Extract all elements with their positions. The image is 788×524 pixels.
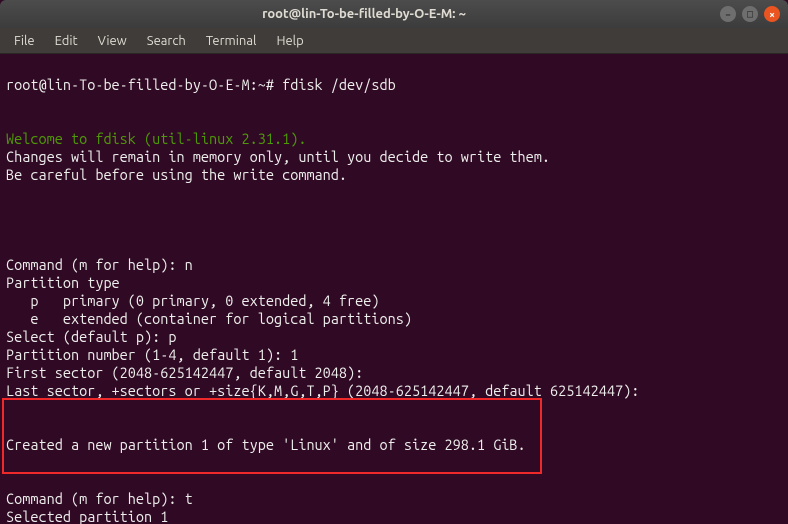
blank-line [6, 220, 782, 238]
cmd-t-line: Command (m for help): t [6, 490, 193, 507]
minimize-icon[interactable]: – [720, 6, 736, 22]
window-title: root@lin-To-be-filled-by-O-E-M: ~ [8, 7, 720, 21]
menu-edit[interactable]: Edit [47, 32, 86, 50]
window-controls: – □ × [720, 6, 780, 22]
partition-number: Partition number (1-4, default 1): 1 [6, 346, 298, 363]
menu-view[interactable]: View [90, 32, 135, 50]
terminal-window: root@lin-To-be-filled-by-O-E-M: ~ – □ × … [0, 0, 788, 524]
first-sector: First sector (2048-625142447, default 20… [6, 364, 363, 381]
menu-search[interactable]: Search [139, 32, 194, 50]
last-sector: Last sector, +sectors or +size{K,M,G,T,P… [6, 382, 639, 399]
close-icon[interactable]: × [764, 6, 780, 22]
menu-terminal[interactable]: Terminal [198, 32, 265, 50]
titlebar: root@lin-To-be-filled-by-O-E-M: ~ – □ × [0, 0, 788, 28]
menu-file[interactable]: File [6, 32, 43, 50]
ptype-primary: p primary (0 primary, 0 extended, 4 free… [6, 292, 380, 309]
maximize-icon[interactable]: □ [742, 6, 758, 22]
careful-line: Be careful before using the write comman… [6, 166, 347, 183]
blank-line [6, 94, 782, 112]
welcome-line: Welcome to fdisk (util-linux 2.31.1). [6, 130, 306, 147]
blank-line [6, 184, 782, 202]
blank-line [6, 400, 782, 418]
menubar: File Edit View Search Terminal Help [0, 28, 788, 54]
select-default: Select (default p): p [6, 328, 177, 345]
prompt-line: root@lin-To-be-filled-by-O-E-M:~# fdisk … [6, 76, 396, 93]
ptype-header: Partition type [6, 274, 120, 291]
changes-line: Changes will remain in memory only, unti… [6, 148, 550, 165]
cmd-n-line: Command (m for help): n [6, 256, 193, 273]
blank-line [6, 454, 782, 472]
selected-line: Selected partition 1 [6, 508, 168, 524]
created-line: Created a new partition 1 of type 'Linux… [6, 436, 526, 453]
ptype-extended: e extended (container for logical partit… [6, 310, 412, 327]
terminal-area[interactable]: root@lin-To-be-filled-by-O-E-M:~# fdisk … [0, 54, 788, 524]
menu-help[interactable]: Help [268, 32, 311, 50]
